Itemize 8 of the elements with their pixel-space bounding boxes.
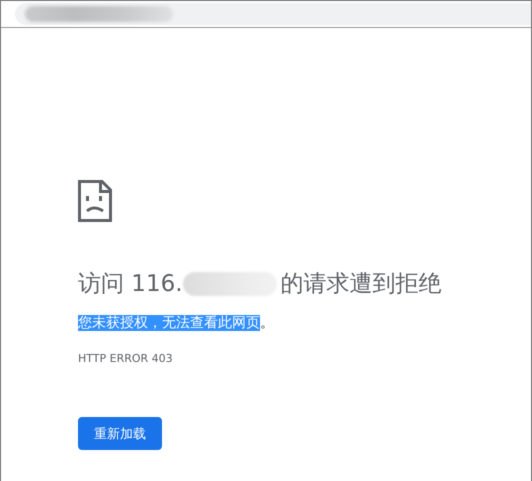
sad-page-icon [78, 180, 112, 222]
message-text: 您未获授权，无法查看此网页 [78, 315, 260, 331]
heading-text: 访问 116. [78, 270, 183, 299]
error-code: HTTP ERROR 403 [78, 352, 174, 365]
heading-text: 的请求遭到拒绝 [280, 270, 442, 299]
reload-button[interactable]: 重新加载 [78, 417, 162, 450]
address-bar[interactable] [15, 3, 531, 25]
message-text: 。 [260, 315, 274, 331]
